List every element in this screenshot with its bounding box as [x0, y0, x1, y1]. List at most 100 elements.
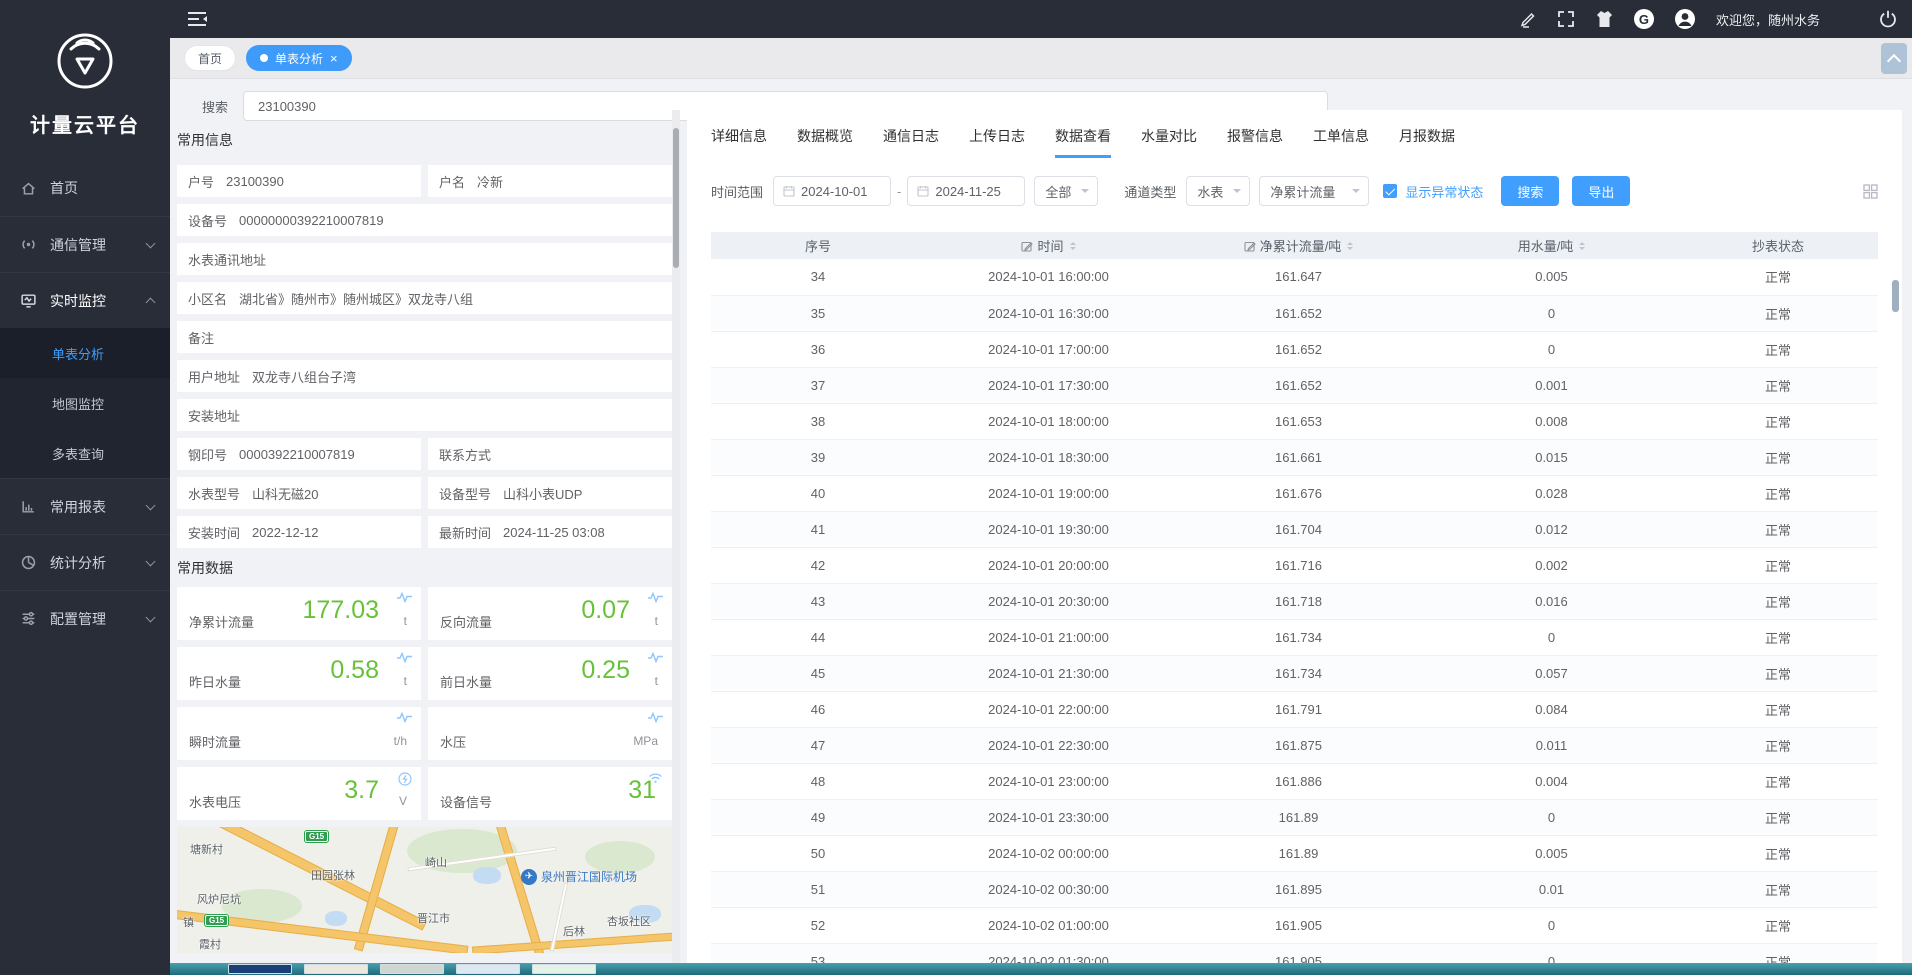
card-instant-flow: 瞬时流量t/h	[177, 707, 421, 760]
cell-seq: 49	[711, 799, 925, 835]
bar-chart-icon	[20, 498, 37, 515]
cell-usage: 0	[1425, 943, 1678, 963]
cell-time: 2024-10-01 21:30:00	[925, 655, 1172, 691]
scrollbar-thumb[interactable]	[673, 128, 679, 268]
cell-seq: 44	[711, 619, 925, 655]
channel-select[interactable]: 水表	[1186, 176, 1250, 206]
tab-comm-log[interactable]: 通信日志	[883, 126, 939, 158]
airport-marker[interactable]: 泉州晋江国际机场	[521, 868, 637, 885]
sidebar-item-common-reports[interactable]: 常用报表	[0, 478, 170, 534]
detail-tabs: 详细信息 数据概览 通信日志 上传日志 数据查看 水量对比 报警信息 工单信息 …	[711, 126, 1878, 158]
taskbar-window-thumbnail[interactable]	[532, 964, 596, 974]
cell-time: 2024-10-01 20:00:00	[925, 547, 1172, 583]
cell-status: 正常	[1678, 799, 1878, 835]
close-icon[interactable]	[330, 52, 338, 65]
sidebar-item-label: 实时监控	[50, 291, 106, 311]
map-label: 崎山	[425, 854, 447, 870]
language-icon[interactable]	[1634, 9, 1654, 29]
tag-single-meter-analysis[interactable]: 单表分析	[246, 45, 352, 71]
cell-usage: 0.011	[1425, 727, 1678, 763]
cell-time: 2024-10-02 01:00:00	[925, 907, 1172, 943]
table-row: 39 2024-10-01 18:30:00 161.661 0.015 正常	[711, 439, 1878, 475]
theme-icon[interactable]	[1595, 10, 1614, 28]
left-panel-scrollbar[interactable]	[672, 110, 680, 963]
sidebar-item-realtime-monitor[interactable]: 实时监控	[0, 272, 170, 328]
table-row: 48 2024-10-01 23:00:00 161.886 0.004 正常	[711, 763, 1878, 799]
edit-icon[interactable]	[1519, 10, 1537, 28]
search-button[interactable]: 搜索	[1501, 176, 1559, 206]
sidebar-item-config[interactable]: 配置管理	[0, 590, 170, 646]
tab-data-view[interactable]: 数据查看	[1055, 126, 1111, 158]
chevron-down-icon	[146, 612, 156, 622]
start-date-input[interactable]: 2024-10-01	[773, 176, 891, 206]
sidebar-item-home[interactable]: 首页	[0, 160, 170, 216]
taskbar-window-thumbnail[interactable]	[304, 964, 368, 974]
sidebar-item-multi-meter-query[interactable]: 多表查询	[0, 428, 170, 478]
map-label: 晋江市	[417, 910, 450, 926]
sidebar-item-communication[interactable]: 通信管理	[0, 216, 170, 272]
location-map[interactable]: G15 G15 塘新村 田园张林 崎山 风炉尼坑 镇 晋江市 后林 杏坂社区 霞…	[177, 827, 672, 953]
tab-water-compare[interactable]: 水量对比	[1141, 126, 1197, 158]
cell-status: 正常	[1678, 331, 1878, 367]
collapse-sidebar-button[interactable]	[186, 9, 208, 29]
column-usage[interactable]: 用水量/吨	[1425, 232, 1678, 259]
cell-status: 正常	[1678, 511, 1878, 547]
cell-usage: 0	[1425, 799, 1678, 835]
tab-monthly-report[interactable]: 月报数据	[1399, 126, 1455, 158]
tab-alarm-info[interactable]: 报警信息	[1227, 126, 1283, 158]
tab-detail-info[interactable]: 详细信息	[711, 126, 767, 158]
metric-select[interactable]: 净累计流量	[1259, 176, 1369, 206]
chevron-up-icon	[146, 298, 156, 308]
sidebar-item-map-monitor[interactable]: 地图监控	[0, 378, 170, 428]
column-time[interactable]: 时间	[925, 232, 1172, 259]
column-seq: 序号	[711, 232, 925, 259]
avatar[interactable]	[1674, 8, 1696, 30]
taskbar-window-thumbnail[interactable]	[456, 964, 520, 974]
field-contact: 联系方式	[428, 438, 672, 470]
logo-icon	[49, 23, 121, 95]
cell-seq: 38	[711, 403, 925, 439]
tab-data-overview[interactable]: 数据概览	[797, 126, 853, 158]
cell-status: 正常	[1678, 583, 1878, 619]
tab-upload-log[interactable]: 上传日志	[969, 126, 1025, 158]
end-date-input[interactable]: 2024-11-25	[907, 176, 1025, 206]
export-button[interactable]: 导出	[1572, 176, 1630, 206]
cell-status: 正常	[1678, 403, 1878, 439]
sidebar-item-single-meter-analysis[interactable]: 单表分析	[0, 328, 170, 378]
cell-seq: 48	[711, 763, 925, 799]
column-net-flow[interactable]: 净累计流量/吨	[1172, 232, 1425, 259]
tag-home[interactable]: 首页	[184, 45, 236, 71]
cell-net-flow: 161.886	[1172, 763, 1425, 799]
table-row: 41 2024-10-01 19:30:00 161.704 0.012 正常	[711, 511, 1878, 547]
tab-work-order[interactable]: 工单信息	[1313, 126, 1369, 158]
readings-table: 序号 时间 净累计流量/吨	[711, 232, 1878, 963]
sidebar-item-statistics[interactable]: 统计分析	[0, 534, 170, 590]
table-row: 34 2024-10-01 16:00:00 161.647 0.005 正常	[711, 259, 1878, 295]
cell-time: 2024-10-01 18:30:00	[925, 439, 1172, 475]
granularity-select[interactable]: 全部	[1034, 176, 1098, 206]
scroll-top-button[interactable]	[1881, 43, 1907, 74]
cell-seq: 50	[711, 835, 925, 871]
cell-usage: 0	[1425, 907, 1678, 943]
table-row: 43 2024-10-01 20:30:00 161.718 0.016 正常	[711, 583, 1878, 619]
cell-seq: 40	[711, 475, 925, 511]
column-settings-icon[interactable]	[1863, 184, 1878, 199]
taskbar-window-thumbnail[interactable]	[380, 964, 444, 974]
calendar-icon	[917, 185, 929, 197]
search-label: 搜索	[202, 97, 228, 116]
table-scrollbar-thumb[interactable]	[1892, 280, 1899, 312]
abnormal-status-checkbox[interactable]	[1383, 184, 1397, 198]
cell-time: 2024-10-01 23:30:00	[925, 799, 1172, 835]
logout-icon[interactable]	[1878, 9, 1898, 29]
cell-net-flow: 161.734	[1172, 655, 1425, 691]
fullscreen-icon[interactable]	[1557, 10, 1575, 28]
abnormal-status-label: 显示异常状态	[1405, 182, 1483, 201]
edit-icon	[1244, 240, 1256, 252]
taskbar-window-thumbnail[interactable]	[228, 964, 292, 974]
card-water-pressure: 水压MPa	[428, 707, 672, 760]
sidebar-item-label: 统计分析	[50, 553, 106, 573]
cell-net-flow: 161.704	[1172, 511, 1425, 547]
cell-seq: 53	[711, 943, 925, 963]
cell-seq: 36	[711, 331, 925, 367]
cell-time: 2024-10-01 22:30:00	[925, 727, 1172, 763]
